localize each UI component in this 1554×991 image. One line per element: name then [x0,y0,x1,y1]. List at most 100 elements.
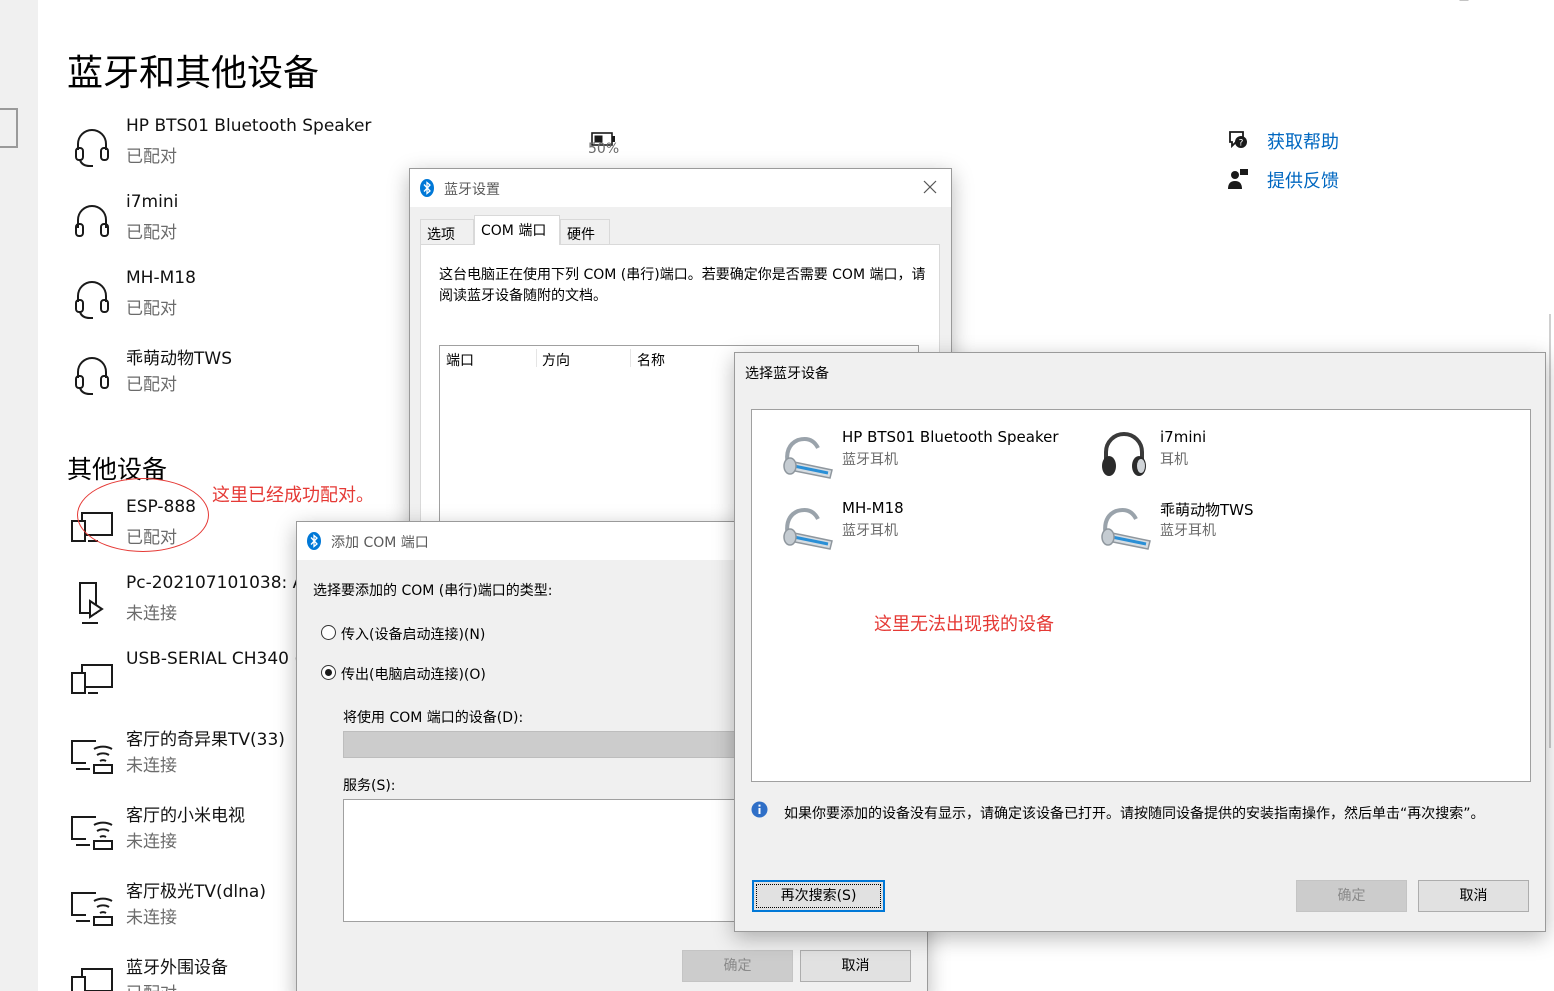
device-row-pc[interactable]: Pc-202107101038: Adm 未连接 [68,573,331,633]
device-status: 未连接 [126,756,177,776]
device-status: 已配对 [126,147,177,167]
bluetooth-headset-icon [783,437,833,479]
device-name: i7mini [126,192,179,212]
dialog-title: 蓝牙设置 [444,182,500,198]
radio-incoming[interactable] [321,625,336,640]
device-row-i7mini[interactable]: i7mini 已配对 [68,192,368,252]
device-name: 乖萌动物TWS [1160,501,1254,519]
device-row-mh-m18[interactable]: MH-M18 已配对 [68,268,368,328]
dialog-title: 选择蓝牙设备 [745,366,829,382]
left-nav-strip [0,0,38,991]
device-name: HP BTS01 Bluetooth Speaker [126,116,372,136]
tab-options[interactable]: 选项 [420,219,474,245]
cancel-button[interactable]: 取消 [800,950,911,982]
cancel-button[interactable]: 取消 [1418,880,1529,912]
help-chat-icon: ? [1229,131,1247,149]
device-type: 蓝牙耳机 [1160,523,1216,539]
annotation-paired: 这里已经成功配对。 [212,485,374,506]
bluetooth-headset-icon [783,508,833,550]
headphones-icon [75,205,109,237]
device-status: 已配对 [126,299,177,319]
radio-outgoing-label[interactable]: 传出(电脑启动连接)(O) [341,664,486,684]
headset-icon [75,281,109,319]
column-header-port[interactable]: 端口 [446,350,474,370]
device-name: MH-M18 [126,268,196,288]
device-name: 蓝牙外围设备 [126,958,228,978]
service-list[interactable] [343,799,763,922]
device-type: 蓝牙耳机 [842,523,898,539]
dialog-title: 添加 COM 端口 [331,535,429,551]
service-field-label: 服务(S): [343,778,396,794]
device-row-usb-serial[interactable]: USB-SERIAL CH340 (C [68,649,313,709]
device-type: 蓝牙耳机 [842,452,898,468]
device-status: 未连接 [126,832,177,852]
device-icon [71,664,113,694]
feedback-person-icon [1228,169,1248,189]
get-help-link[interactable]: 获取帮助 [1267,128,1339,154]
bluetooth-icon [307,532,321,550]
display-wireless-icon [71,816,113,850]
device-name: 客厅极光TV(dlna) [126,882,266,902]
device-name: i7mini [1160,428,1207,446]
info-icon [751,801,768,818]
focus-rect [756,884,881,908]
phone-play-icon [79,582,104,624]
page-title: 蓝牙和其他设备 [67,53,320,94]
info-message: 如果你要添加的设备没有显示，请确定该设备已打开。请按随同设备提供的安装指南操作，… [784,806,1485,822]
ok-button[interactable]: 确定 [1296,880,1407,912]
device-row-tws[interactable]: 乖萌动物TWS 已配对 [68,344,368,404]
device-row-qiyiguo-tv[interactable]: 客厅的奇异果TV(33) 未连接 [68,725,298,785]
give-feedback-link[interactable]: 提供反馈 [1267,167,1339,193]
device-name: USB-SERIAL CH340 (C [126,649,313,669]
annotation-device-missing: 这里无法出现我的设备 [874,614,1054,635]
headphones-icon [1102,432,1146,476]
device-field-label: 将使用 COM 端口的设备(D): [343,710,524,726]
tab-hardware[interactable]: 硬件 [560,219,610,245]
annotation-ellipse [77,478,209,552]
port-type-prompt: 选择要添加的 COM (串行)端口的类型: [313,583,553,599]
title-bar[interactable]: 选择蓝牙设备 [735,353,1545,391]
device-name: 乖萌动物TWS [126,349,232,369]
display-wireless-icon [71,892,113,926]
column-separator [536,349,537,367]
battery-percent: 50% [588,141,620,157]
device-row-bt-peripheral[interactable]: 蓝牙外围设备 已配对 [68,953,298,991]
device-name: MH-M18 [842,499,904,517]
bluetooth-device-list[interactable]: HP BTS01 Bluetooth Speaker 蓝牙耳机 i7mini 耳… [751,409,1531,782]
title-bar[interactable]: 蓝牙设置 [410,169,951,207]
device-type: 耳机 [1160,452,1188,468]
column-header-direction[interactable]: 方向 [542,350,570,370]
radio-outgoing[interactable] [321,665,336,680]
tab-com-ports[interactable]: COM 端口 [474,215,560,245]
radio-incoming-label[interactable]: 传入(设备启动连接)(N) [341,624,485,644]
list-item[interactable]: MH-M18 蓝牙耳机 [778,497,1078,553]
device-name: 客厅的奇异果TV(33) [126,730,285,750]
list-item[interactable]: 乖萌动物TWS 蓝牙耳机 [1096,497,1396,553]
select-bluetooth-device-dialog: 选择蓝牙设备 HP BTS01 Bluetooth Speaker 蓝牙耳机 i… [734,352,1546,932]
device-status: 未连接 [126,604,177,624]
device-status: 未连接 [126,908,177,928]
close-icon[interactable] [923,180,937,194]
scrollbar-fragment[interactable] [1549,314,1551,748]
device-row-hp-bts01[interactable]: HP BTS01 Bluetooth Speaker 已配对 [68,116,372,176]
search-box-fragment[interactable] [0,108,18,148]
search-again-button[interactable]: 再次搜索(S) [752,880,885,912]
com-ports-description: 这台电脑正在使用下列 COM (串行)端口。若要确定你是否需要 COM 端口，请… [439,267,926,304]
device-icon [71,968,113,991]
bluetooth-icon [420,179,434,197]
device-row-xiaomi-tv[interactable]: 客厅的小米电视 未连接 [68,801,298,861]
list-item[interactable]: HP BTS01 Bluetooth Speaker 蓝牙耳机 [778,426,1078,482]
device-status: 已配对 [126,979,177,991]
column-separator [630,349,631,367]
device-name: HP BTS01 Bluetooth Speaker [842,428,1059,446]
column-header-name[interactable]: 名称 [637,350,665,370]
device-row-jiguang-tv[interactable]: 客厅极光TV(dlna) 未连接 [68,877,298,937]
display-wireless-icon [71,740,113,774]
device-select[interactable] [343,731,763,758]
device-status: 已配对 [126,223,177,243]
bluetooth-headset-icon [1101,508,1151,550]
window-controls-fragment [1459,0,1469,1]
svg-text:?: ? [1239,139,1244,149]
list-item[interactable]: i7mini 耳机 [1096,426,1396,482]
ok-button[interactable]: 确定 [682,950,793,982]
